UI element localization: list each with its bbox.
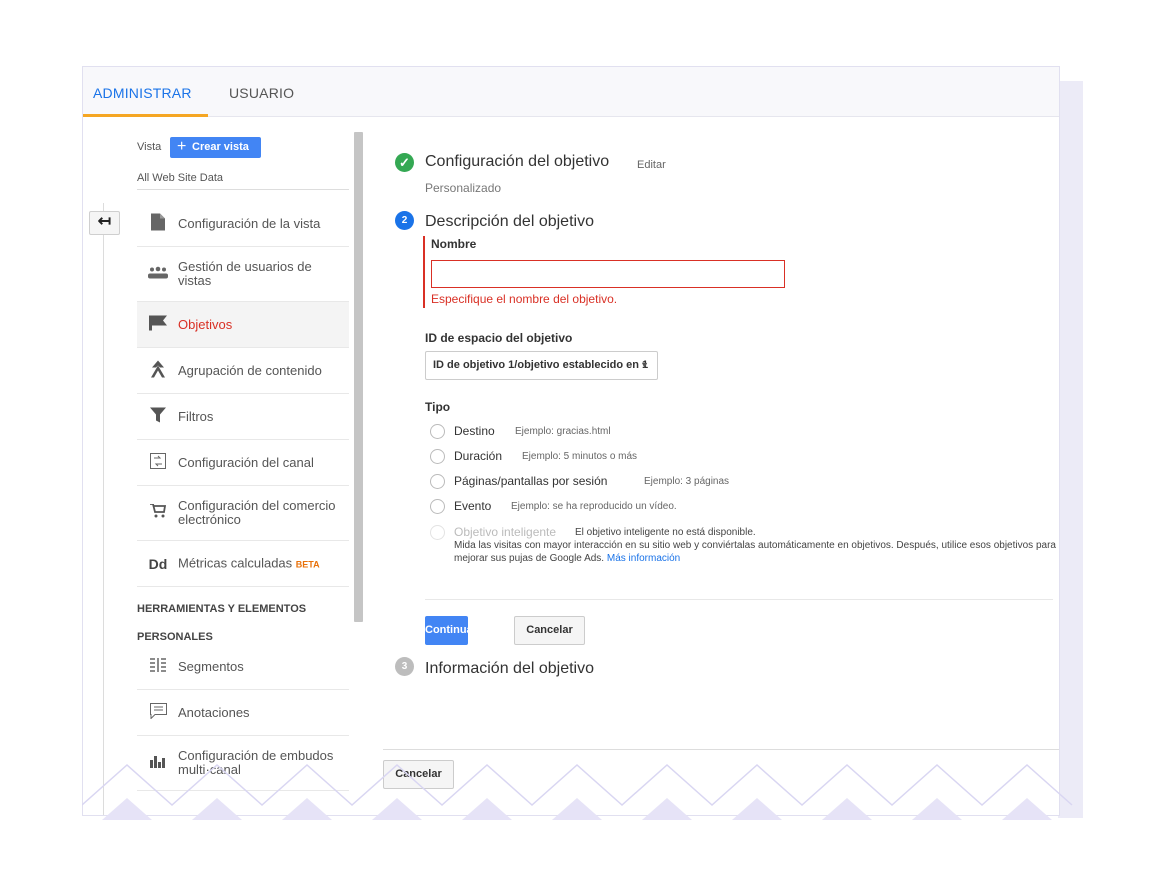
sidebar-item-label: Objetivos [178,316,233,332]
smart-goal-description: Mida las visitas con mayor interacción e… [454,539,1059,565]
edit-goal-setup-link[interactable]: Editar [637,159,666,171]
goal-name-input[interactable] [431,260,785,288]
filter-icon [147,407,169,426]
sidebar-item-label: Filtros [178,408,214,424]
calculated-metrics-label: Métricas calculadas [178,555,293,570]
sidebar-item-label: Agrupación de contenido [178,362,322,378]
sidebar-item-segments[interactable]: Segmentos [137,644,349,690]
view-name[interactable]: All Web Site Data [137,172,223,184]
sidebar-item-label: Configuración del canal [178,454,314,470]
step-3-number: 3 [395,657,414,676]
radio-button[interactable] [430,474,445,489]
step-2-title: Descripción del objetivo [425,213,594,230]
beta-badge: BETA [295,559,320,569]
section-header-personal: PERSONALES [137,631,213,643]
sidebar-nav: Configuración de la vista Gestión de usu… [137,201,349,791]
plus-icon: + [177,138,187,155]
form-divider [425,599,1053,600]
sidebar-item-label: Configuración de la vista [178,215,321,231]
goal-type-name: Páginas/pantallas por sesión [454,474,608,488]
sidebar-item-label: Segmentos [178,658,244,674]
check-icon: ✓ [395,153,414,172]
step-1-title: Configuración del objetivo [425,153,610,170]
sidebar-item-content-grouping[interactable]: Agrupación de contenido [137,348,349,394]
step-1-summary: Personalizado [425,181,502,195]
goal-slot-id-dropdown[interactable]: ID de objetivo 1/objetivo establecido en… [425,351,658,380]
sidebar-item-multichannel-funnels[interactable]: Configuración de embudos multi·canal [137,736,349,791]
top-tab-bar: ADMINISTRAR USUARIO [83,67,1059,117]
sidebar-item-ecommerce-settings[interactable]: Configuración del comercio electrónico [137,486,349,541]
dd-icon: Dd [148,555,168,572]
sidebar-item-label: Métricas calculadas BETA [178,556,343,571]
sidebar-item-user-management[interactable]: Gestión de usuarios de vistas [137,247,349,302]
backdrop-accent [1058,81,1083,818]
learn-more-link[interactable]: Más información [607,553,680,564]
goal-name-error: Especifique el nombre del objetivo. [431,292,618,306]
cancel-step-button[interactable]: Cancelar [514,616,585,645]
column-divider-line [103,203,104,815]
document-icon [147,213,169,234]
sidebar-item-goals[interactable]: Objetivos [137,302,349,348]
goal-type-example: Ejemplo: se ha reproducido un vídeo. [511,501,677,512]
analytics-admin-window: ADMINISTRAR USUARIO ↤ Vista + Crear vist… [82,66,1060,816]
cancel-button[interactable]: Cancelar [383,760,454,789]
continue-button[interactable]: Continuar [425,616,477,645]
flag-icon [147,315,169,334]
admin-sidebar: Vista + Crear vista All Web Site Data Co… [137,117,352,815]
sidebar-item-calculated-metrics[interactable]: Dd Métricas calculadas BETA [137,541,349,587]
channel-icon [147,452,169,473]
cart-icon [147,503,169,522]
sidebar-item-filters[interactable]: Filtros [137,394,349,440]
goal-type-name: Evento [454,499,492,513]
radio-button[interactable] [430,499,445,514]
goal-type-name: Duración [454,449,503,463]
create-view-label: Crear vista [192,141,249,153]
goal-type-label: Tipo [425,400,451,414]
segments-icon [147,657,169,676]
goal-name-label: Nombre [431,237,477,251]
step-3-title: Información del objetivo [425,660,594,677]
sidebar-item-label: Configuración del comercio electrónico [178,498,336,527]
sidebar-item-label: Gestión de usuarios de vistas [178,259,312,288]
back-arrow-icon[interactable]: ↤ [89,211,120,235]
goal-slot-id-value: ID de objetivo 1/objetivo establecido en… [433,359,649,371]
goal-setup-panel: ✓ Configuración del objetivo Editar Pers… [383,117,1059,815]
sidebar-scrollbar[interactable] [354,132,363,622]
sidebar-item-label: Configuración de embudos multi·canal [178,748,334,777]
content-grouping-icon [147,360,169,381]
goal-slot-id-label: ID de espacio del objetivo [425,331,573,345]
goal-type-example: El objetivo inteligente no está disponib… [575,527,756,538]
goal-type-name: Objetivo inteligente [454,525,557,539]
create-view-button[interactable]: + Crear vista [170,137,261,158]
tab-usuario[interactable]: USUARIO [229,85,294,101]
smart-goal-description-text: Mida las visitas con mayor interacción e… [454,540,1056,564]
sidebar-item-annotations[interactable]: Anotaciones [137,690,349,736]
annotation-icon [147,702,169,723]
sidebar-item-view-settings[interactable]: Configuración de la vista [137,201,349,247]
section-header-tools: HERRAMIENTAS Y ELEMENTOS [137,603,307,615]
radio-button[interactable] [430,424,445,439]
steps-bottom-divider [383,749,1059,750]
bar-chart-icon [147,754,169,772]
view-label: Vista [137,141,162,153]
users-icon [147,266,169,283]
step-2-number: 2 [395,211,414,230]
sidebar-divider [137,189,349,190]
goal-type-example: Ejemplo: gracias.html [515,426,611,437]
tab-administrar[interactable]: ADMINISTRAR [93,85,192,101]
goal-type-example: Ejemplo: 3 páginas [644,476,730,487]
goal-type-example: Ejemplo: 5 minutos o más [522,451,638,462]
goal-name-field-group: Nombre Especifique el nombre del objetiv… [423,236,788,308]
sidebar-item-label: Anotaciones [178,704,250,720]
chevron-down-icon: ▼ [640,360,649,370]
radio-button[interactable] [430,449,445,464]
radio-button [430,525,445,540]
goal-type-name: Destino [454,424,495,438]
sidebar-item-channel-settings[interactable]: Configuración del canal [137,440,349,486]
